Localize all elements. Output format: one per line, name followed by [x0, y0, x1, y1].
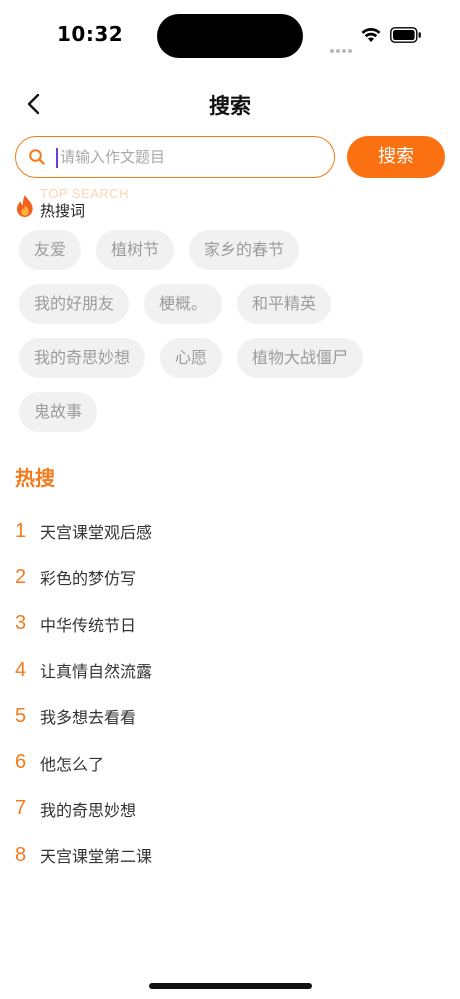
list-item-text: 天宫课堂观后感	[40, 523, 153, 543]
hot-list-title: 热搜	[15, 466, 55, 490]
hot-word-tag[interactable]: 心愿	[160, 338, 223, 378]
search-box[interactable]	[15, 136, 335, 178]
dynamic-island	[157, 14, 303, 58]
hot-word-tags: 友爱 植树节 家乡的春节 我的好朋友 梗概。 和平精英 我的奇思妙想 心愿 植物…	[19, 230, 449, 446]
hot-word-tag[interactable]: 植树节	[96, 230, 175, 270]
rank-number: 3	[15, 612, 27, 635]
tag-row: 我的奇思妙想 心愿 植物大战僵尸	[19, 338, 449, 378]
list-item[interactable]: 7 我的奇思妙想	[15, 786, 445, 832]
list-item[interactable]: 3 中华传统节日	[15, 601, 445, 647]
list-item[interactable]: 1 天宫课堂观后感	[15, 508, 445, 554]
list-item-text: 天宫课堂第二课	[40, 847, 153, 867]
battery-icon	[390, 27, 421, 43]
hot-word-tag[interactable]: 友爱	[19, 230, 82, 270]
hot-list: 1 天宫课堂观后感 2 彩色的梦仿写 3 中华传统节日 4 让真情自然流露 5 …	[15, 508, 445, 878]
rank-number: 8	[15, 843, 27, 866]
hot-word-tag[interactable]: 家乡的春节	[189, 230, 300, 270]
list-item-text: 让真情自然流露	[40, 662, 153, 682]
signal-icon	[330, 38, 354, 53]
status-bar: 10:32	[0, 0, 460, 72]
list-item-text: 中华传统节日	[40, 615, 137, 635]
home-indicator	[149, 983, 312, 989]
list-item-text: 他怎么了	[40, 754, 105, 774]
nav-bar: 搜索	[0, 80, 460, 128]
rank-number: 2	[15, 565, 27, 588]
hot-word-tag[interactable]: 和平精英	[237, 284, 332, 324]
wifi-icon	[361, 27, 381, 42]
list-item[interactable]: 5 我多想去看看	[15, 693, 445, 739]
list-item[interactable]: 2 彩色的梦仿写	[15, 554, 445, 600]
tag-row: 我的好朋友 梗概。 和平精英	[19, 284, 449, 324]
rank-number: 7	[15, 797, 27, 820]
hot-word-tag[interactable]: 我的奇思妙想	[19, 338, 146, 378]
search-icon	[29, 149, 45, 165]
rank-number: 1	[15, 519, 27, 542]
list-item-text: 彩色的梦仿写	[40, 569, 137, 589]
list-item-text: 我多想去看看	[40, 708, 137, 728]
rank-number: 4	[15, 658, 27, 681]
tag-row: 鬼故事	[19, 392, 449, 432]
hot-words-header: TOP SEARCH 热搜词	[14, 186, 314, 222]
hot-word-tag[interactable]: 我的好朋友	[19, 284, 130, 324]
status-time: 10:32	[57, 22, 124, 46]
search-button[interactable]: 搜索	[347, 136, 445, 178]
top-search-watermark: TOP SEARCH	[40, 186, 130, 201]
hot-words-label: 热搜词	[40, 202, 86, 220]
fire-icon	[16, 195, 33, 217]
tag-row: 友爱 植树节 家乡的春节	[19, 230, 449, 270]
text-cursor	[56, 148, 58, 168]
list-item[interactable]: 6 他怎么了	[15, 739, 445, 785]
hot-word-tag[interactable]: 植物大战僵尸	[237, 338, 364, 378]
rank-number: 5	[15, 704, 27, 727]
rank-number: 6	[15, 751, 27, 774]
hot-word-tag[interactable]: 梗概。	[144, 284, 223, 324]
search-input[interactable]	[60, 143, 320, 171]
list-item[interactable]: 4 让真情自然流露	[15, 647, 445, 693]
hot-word-tag[interactable]: 鬼故事	[19, 392, 98, 432]
back-icon[interactable]	[22, 92, 46, 116]
list-item[interactable]: 8 天宫课堂第二课	[15, 832, 445, 878]
page-title: 搜索	[209, 94, 251, 118]
list-item-text: 我的奇思妙想	[40, 800, 137, 820]
